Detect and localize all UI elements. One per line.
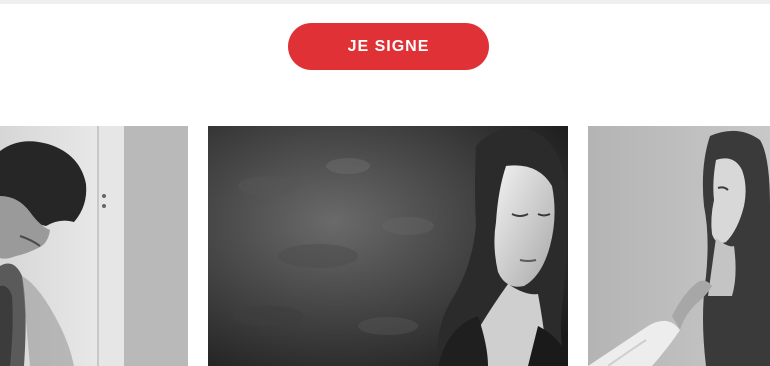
gallery-photo-right bbox=[588, 126, 770, 366]
gallery-photo-left bbox=[0, 126, 188, 366]
photo-girl-profile-hand-on-shoulder-icon bbox=[588, 126, 770, 366]
gallery-photo-center bbox=[208, 126, 568, 366]
photo-girl-eyes-closed-against-wall-icon bbox=[208, 126, 568, 366]
photo-boy-looking-down-icon bbox=[0, 126, 188, 366]
top-divider bbox=[0, 0, 770, 4]
page: JE SIGNE bbox=[0, 0, 770, 366]
sign-button[interactable]: JE SIGNE bbox=[288, 23, 489, 70]
